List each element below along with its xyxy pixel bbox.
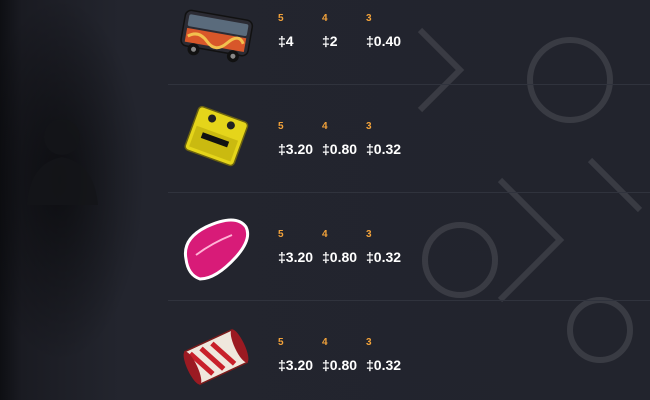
payout-amount: ‡3.20 [278, 357, 314, 373]
payout-amount: ‡2 [322, 33, 338, 49]
count-label: 3 [366, 229, 372, 240]
payout-amount: ‡0.80 [322, 141, 358, 157]
payout-amount: ‡3.20 [278, 141, 314, 157]
payout-amount: ‡0.32 [366, 249, 402, 265]
count-label: 5 [278, 121, 284, 132]
paytable-row: 5 ‡4 4 ‡2 3 ‡0.40 [168, 0, 650, 85]
count-label: 4 [322, 121, 328, 132]
count-label: 3 [366, 121, 372, 132]
pay-4-of-kind: 4 ‡0.80 [322, 229, 366, 265]
count-label: 3 [366, 13, 372, 24]
count-label: 5 [278, 229, 284, 240]
paytable-panel: 5 ‡4 4 ‡2 3 ‡0.40 5 ‡3.20 4 ‡0.80 3 ‡0.3… [0, 0, 650, 400]
guitar-pedal-icon [184, 105, 249, 167]
performer-silhouette [27, 119, 98, 205]
pay-3-of-kind: 3 ‡0.40 [366, 13, 410, 49]
payout-amount: ‡0.32 [366, 141, 402, 157]
payout-amount: ‡0.32 [366, 357, 402, 373]
pay-3-of-kind: 3 ‡0.32 [366, 121, 410, 157]
count-label: 5 [278, 13, 284, 24]
pay-5-of-kind: 5 ‡3.20 [278, 337, 322, 373]
count-label: 4 [322, 13, 328, 24]
pay-3-of-kind: 3 ‡0.32 [366, 337, 410, 373]
payout-amount: ‡0.40 [366, 33, 402, 49]
pay-3-of-kind: 3 ‡0.32 [366, 229, 410, 265]
paytable-row: 5 ‡3.20 4 ‡0.80 3 ‡0.32 [168, 85, 650, 193]
paytable-row: 5 ‡3.20 4 ‡0.80 3 ‡0.32 [168, 301, 650, 400]
paytable-row: 5 ‡3.20 4 ‡0.80 3 ‡0.32 [168, 193, 650, 301]
pay-5-of-kind: 5 ‡3.20 [278, 121, 322, 157]
payout-amount: ‡3.20 [278, 249, 314, 265]
pay-5-of-kind: 5 ‡4 [278, 13, 322, 49]
ticket-scroll-icon [183, 328, 249, 386]
guitar-pick-icon [183, 218, 250, 281]
pay-4-of-kind: 4 ‡2 [322, 13, 366, 49]
count-label: 5 [278, 337, 284, 348]
payout-amount: ‡0.80 [322, 249, 358, 265]
count-label: 4 [322, 229, 328, 240]
count-label: 3 [366, 337, 372, 348]
count-label: 4 [322, 337, 328, 348]
pay-5-of-kind: 5 ‡3.20 [278, 229, 322, 265]
payout-amount: ‡4 [278, 33, 294, 49]
pay-4-of-kind: 4 ‡0.80 [322, 337, 366, 373]
bus-icon [180, 9, 254, 63]
pay-4-of-kind: 4 ‡0.80 [322, 121, 366, 157]
payout-amount: ‡0.80 [322, 357, 358, 373]
